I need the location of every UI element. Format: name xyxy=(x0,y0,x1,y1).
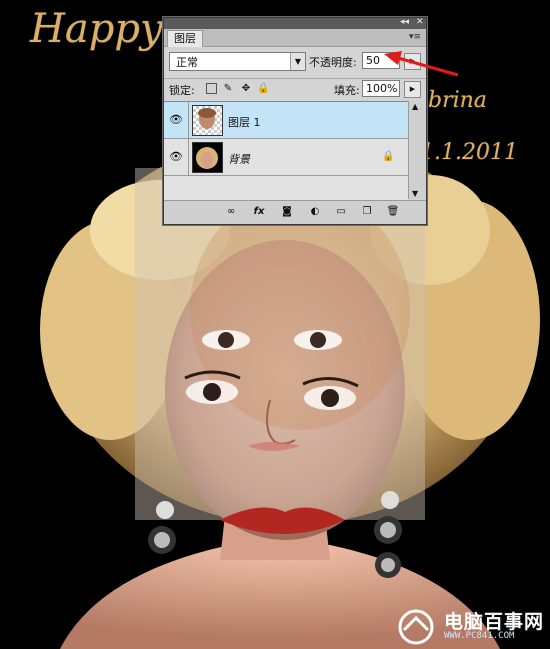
greeting-script-right: brina xyxy=(428,88,487,113)
new-layer-icon[interactable]: ❐ xyxy=(360,205,374,219)
link-icon[interactable]: ∞ xyxy=(224,205,238,219)
layer-row-1[interactable]: 👁 图层 1 xyxy=(164,102,408,139)
mask-icon[interactable]: ◙ xyxy=(280,205,294,219)
lock-transparent-icon[interactable] xyxy=(206,83,217,94)
divider xyxy=(188,139,189,175)
layer-name[interactable]: 背景 xyxy=(228,151,250,167)
eye-icon[interactable]: 👁 xyxy=(169,113,183,126)
annotation-arrow xyxy=(384,51,459,77)
lock-image-icon[interactable]: ✎ xyxy=(222,83,234,95)
scroll-down-icon[interactable]: ▼ xyxy=(412,189,418,198)
close-icon[interactable]: ✕ xyxy=(416,17,424,27)
site-watermark: 电脑百事网 WWW.PC841.COM xyxy=(392,604,550,649)
divider xyxy=(188,102,189,138)
watermark-url: WWW.PC841.COM xyxy=(444,631,515,641)
fx-icon[interactable]: fx xyxy=(252,205,266,219)
opacity-label: 不透明度: xyxy=(309,56,357,69)
lock-position-icon[interactable]: ✥ xyxy=(240,83,252,95)
chevron-down-icon[interactable]: ▼ xyxy=(290,53,305,70)
tab-layers[interactable]: 图层 xyxy=(167,30,203,47)
layer-row-background[interactable]: 👁 背景 🔒 xyxy=(164,139,408,176)
lock-all-icon[interactable]: 🔒 xyxy=(257,83,269,95)
adjustment-icon[interactable]: ◐ xyxy=(308,205,322,219)
lock-label: 锁定: xyxy=(169,84,195,97)
trash-icon[interactable]: 🗑 xyxy=(386,205,400,219)
site-logo xyxy=(398,609,434,645)
fill-label: 填充: xyxy=(334,84,360,97)
eye-icon[interactable]: 👁 xyxy=(169,150,183,163)
panel-bottom-bar: ∞ fx ◙ ◐ ▭ ❐ 🗑 xyxy=(164,200,426,224)
layers-scrollbar[interactable]: ▲ ▼ xyxy=(408,101,426,199)
layers-list: 👁 图层 1 👁 背景 🔒 xyxy=(164,101,408,200)
blend-mode-select[interactable]: 正常 ▼ xyxy=(169,52,306,71)
layer-thumbnail xyxy=(192,105,223,136)
panel-titlebar[interactable]: ◂◂ ✕ xyxy=(164,17,426,29)
greeting-date: 1.1.2011 xyxy=(420,140,518,165)
scroll-up-icon[interactable]: ▲ xyxy=(412,102,418,111)
layer-thumbnail xyxy=(192,142,223,173)
group-icon[interactable]: ▭ xyxy=(334,205,348,219)
collapse-icon[interactable]: ◂◂ xyxy=(400,17,409,27)
layer-name[interactable]: 图层 1 xyxy=(228,114,261,130)
lock-icon: 🔒 xyxy=(382,151,395,162)
blend-mode-value: 正常 xyxy=(176,56,198,69)
watermark-title: 电脑百事网 xyxy=(444,611,545,633)
panel-menu-icon[interactable]: ▾≡ xyxy=(409,32,421,42)
greeting-script-left: Happy xyxy=(30,6,163,52)
